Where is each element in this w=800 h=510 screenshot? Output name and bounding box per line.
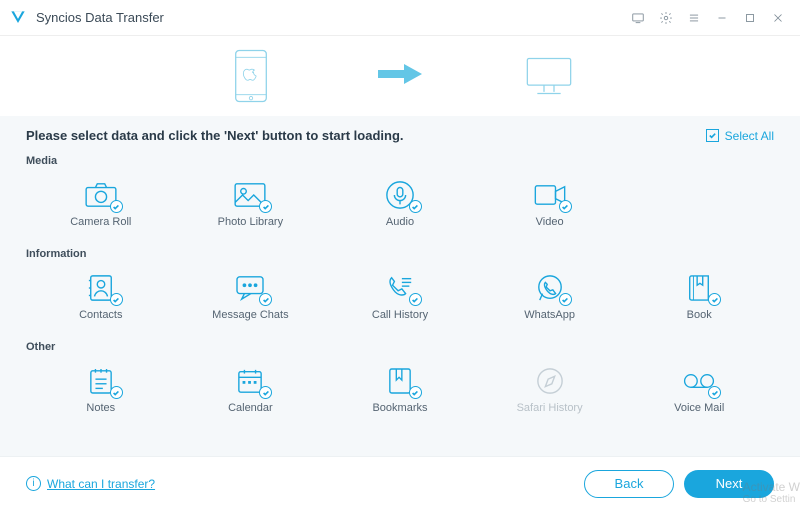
contacts-icon: [81, 272, 121, 304]
back-button[interactable]: Back: [584, 470, 674, 498]
item-voice-mail[interactable]: Voice Mail: [624, 361, 774, 422]
media-grid: Camera Roll Photo Library Audio Video: [26, 175, 774, 236]
screen-icon[interactable]: [624, 4, 652, 32]
call-history-icon: [380, 272, 420, 304]
select-all-toggle[interactable]: Select All: [706, 129, 774, 143]
footer: i What can I transfer? Back Next: [0, 456, 800, 510]
target-device-icon: [524, 43, 574, 109]
item-whatsapp[interactable]: WhatsApp: [475, 268, 625, 329]
item-call-history[interactable]: Call History: [325, 268, 475, 329]
bookmarks-icon: [380, 365, 420, 397]
calendar-icon: [230, 365, 270, 397]
item-contacts[interactable]: Contacts: [26, 268, 176, 329]
minimize-button[interactable]: [708, 4, 736, 32]
book-icon: [679, 272, 719, 304]
video-icon: [530, 179, 570, 211]
menu-icon[interactable]: [680, 4, 708, 32]
item-book[interactable]: Book: [624, 268, 774, 329]
next-button[interactable]: Next: [684, 470, 774, 498]
item-message-chats[interactable]: Message Chats: [176, 268, 326, 329]
item-notes[interactable]: Notes: [26, 361, 176, 422]
close-button[interactable]: [764, 4, 792, 32]
item-safari-history[interactable]: Safari History: [475, 361, 625, 422]
section-title-other: Other: [26, 341, 774, 353]
help-link-text[interactable]: What can I transfer?: [47, 477, 155, 491]
section-title-information: Information: [26, 248, 774, 260]
app-title: Syncios Data Transfer: [36, 10, 164, 25]
source-device-icon: [226, 43, 276, 109]
titlebar: Syncios Data Transfer: [0, 0, 800, 36]
help-link[interactable]: i What can I transfer?: [26, 476, 155, 491]
item-video[interactable]: Video: [475, 175, 625, 236]
section-title-media: Media: [26, 155, 774, 167]
item-calendar[interactable]: Calendar: [176, 361, 326, 422]
transfer-header: [0, 36, 800, 116]
instruction-text: Please select data and click the 'Next' …: [26, 128, 404, 143]
maximize-button[interactable]: [736, 4, 764, 32]
camera-icon: [81, 179, 121, 211]
message-icon: [230, 272, 270, 304]
content-panel: Please select data and click the 'Next' …: [0, 116, 800, 456]
voicemail-icon: [679, 365, 719, 397]
item-bookmarks[interactable]: Bookmarks: [325, 361, 475, 422]
item-audio[interactable]: Audio: [325, 175, 475, 236]
settings-icon[interactable]: [652, 4, 680, 32]
whatsapp-icon: [530, 272, 570, 304]
notes-icon: [81, 365, 121, 397]
audio-icon: [380, 179, 420, 211]
arrow-right-icon: [376, 62, 424, 91]
app-logo-icon: [8, 8, 28, 28]
other-grid: Notes Calendar Bookmarks Safari History …: [26, 361, 774, 422]
item-camera-roll[interactable]: Camera Roll: [26, 175, 176, 236]
information-grid: Contacts Message Chats Call History What…: [26, 268, 774, 329]
app-window: Syncios Data Transfer Please select data…: [0, 0, 800, 510]
info-icon: i: [26, 476, 41, 491]
select-all-checkbox[interactable]: [706, 129, 719, 142]
safari-icon: [530, 365, 570, 397]
photo-icon: [230, 179, 270, 211]
select-all-label: Select All: [725, 129, 774, 143]
item-photo-library[interactable]: Photo Library: [176, 175, 326, 236]
